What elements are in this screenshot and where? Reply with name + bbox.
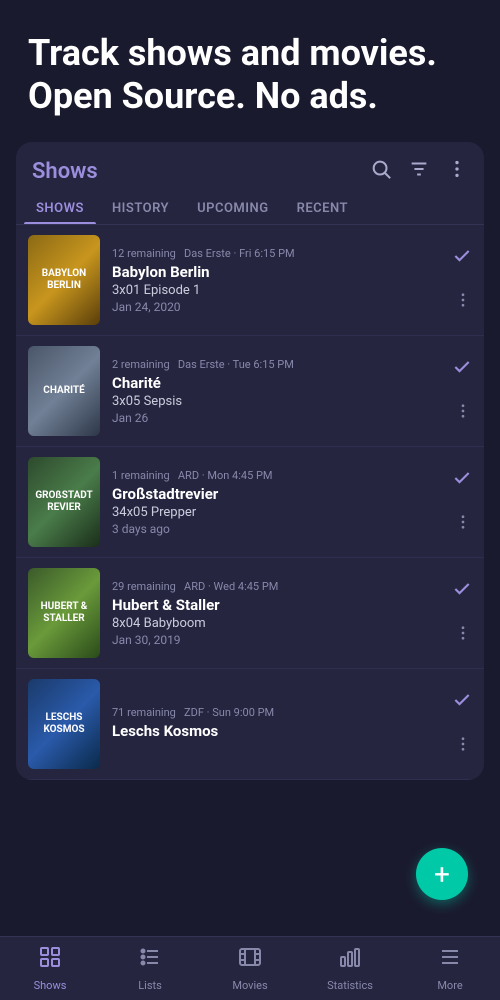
show-meta: 12 remaining Das Erste · Fri 6:15 PM	[112, 247, 440, 260]
show-poster: GROßSTADT REVIER	[28, 457, 100, 547]
check-icon[interactable]	[452, 579, 472, 604]
nav-label-shows: Shows	[34, 979, 67, 992]
show-actions	[452, 357, 472, 425]
show-name: Hubert & Staller	[112, 596, 440, 614]
show-meta: 71 remaining ZDF · Sun 9:00 PM	[112, 706, 440, 719]
show-item[interactable]: CHARITÉ 2 remaining Das Erste · Tue 6:15…	[16, 336, 484, 447]
overflow-menu-icon[interactable]	[446, 158, 468, 185]
nav-label-movies: Movies	[232, 979, 267, 992]
poster-image: GROßSTADT REVIER	[28, 457, 100, 547]
tab-history[interactable]: HISTORY	[100, 193, 181, 224]
show-info: 12 remaining Das Erste · Fri 6:15 PM Bab…	[112, 247, 440, 314]
statistics-nav-icon	[338, 945, 362, 975]
show-actions	[452, 690, 472, 758]
check-icon[interactable]	[452, 246, 472, 271]
show-info: 71 remaining ZDF · Sun 9:00 PM Leschs Ko…	[112, 706, 440, 742]
poster-image: HUBERT & STALLER	[28, 568, 100, 658]
hero-title: Track shows and movies. Open Source. No …	[28, 32, 472, 118]
tab-upcoming[interactable]: UPCOMING	[185, 193, 281, 224]
show-name: Leschs Kosmos	[112, 722, 440, 740]
hero-section: Track shows and movies. Open Source. No …	[0, 0, 500, 142]
poster-image: BABYLON BERLIN	[28, 235, 100, 325]
lists-nav-icon	[138, 945, 162, 975]
show-date: Jan 24, 2020	[112, 300, 440, 314]
show-poster: BABYLON BERLIN	[28, 235, 100, 325]
show-item[interactable]: GROßSTADT REVIER 1 remaining ARD · Mon 4…	[16, 447, 484, 558]
poster-image: LESCHS KOSMOS	[28, 679, 100, 769]
filter-icon[interactable]	[408, 158, 430, 185]
nav-item-shows[interactable]: Shows	[0, 945, 100, 992]
tab-shows[interactable]: SHOWS	[24, 193, 96, 224]
show-actions	[452, 246, 472, 314]
show-episode: 3x01 Episode 1	[112, 283, 440, 298]
show-date: Jan 30, 2019	[112, 633, 440, 647]
show-meta: 1 remaining ARD · Mon 4:45 PM	[112, 469, 440, 482]
show-meta: 2 remaining Das Erste · Tue 6:15 PM	[112, 358, 440, 371]
tabs-bar: SHOWS HISTORY UPCOMING RECENT	[16, 185, 484, 225]
check-icon[interactable]	[452, 690, 472, 715]
show-episode: 8x04 Babyboom	[112, 616, 440, 631]
add-fab-button[interactable]: +	[416, 848, 468, 900]
show-name: Babylon Berlin	[112, 263, 440, 281]
show-list: BABYLON BERLIN 12 remaining Das Erste · …	[16, 225, 484, 780]
show-actions	[452, 579, 472, 647]
movies-nav-icon	[238, 945, 262, 975]
show-item[interactable]: LESCHS KOSMOS 71 remaining ZDF · Sun 9:0…	[16, 669, 484, 780]
check-icon[interactable]	[452, 357, 472, 382]
show-episode: 3x05 Sepsis	[112, 394, 440, 409]
bottom-nav: Shows Lists Movies Statistics More	[0, 936, 500, 1000]
show-date: 3 days ago	[112, 522, 440, 536]
show-info: 29 remaining ARD · Wed 4:45 PM Hubert & …	[112, 580, 440, 647]
more-nav-icon	[438, 945, 462, 975]
search-icon[interactable]	[370, 158, 392, 185]
nav-item-lists[interactable]: Lists	[100, 945, 200, 992]
card-title: Shows	[32, 159, 98, 184]
show-episode: 34x05 Prepper	[112, 505, 440, 520]
nav-item-statistics[interactable]: Statistics	[300, 945, 400, 992]
show-name: Großstadtrevier	[112, 485, 440, 503]
show-more-icon[interactable]	[454, 624, 472, 647]
show-actions	[452, 468, 472, 536]
card-header: Shows	[16, 142, 484, 185]
tab-recent[interactable]: RECENT	[285, 193, 360, 224]
nav-label-statistics: Statistics	[327, 979, 373, 992]
nav-item-more[interactable]: More	[400, 945, 500, 992]
show-name: Charité	[112, 374, 440, 392]
nav-label-lists: Lists	[138, 979, 162, 992]
show-more-icon[interactable]	[454, 402, 472, 425]
check-icon[interactable]	[452, 468, 472, 493]
plus-icon: +	[434, 858, 450, 891]
show-poster: CHARITÉ	[28, 346, 100, 436]
poster-image: CHARITÉ	[28, 346, 100, 436]
show-meta: 29 remaining ARD · Wed 4:45 PM	[112, 580, 440, 593]
show-poster: HUBERT & STALLER	[28, 568, 100, 658]
show-info: 2 remaining Das Erste · Tue 6:15 PM Char…	[112, 358, 440, 425]
show-item[interactable]: BABYLON BERLIN 12 remaining Das Erste · …	[16, 225, 484, 336]
show-poster: LESCHS KOSMOS	[28, 679, 100, 769]
nav-item-movies[interactable]: Movies	[200, 945, 300, 992]
show-more-icon[interactable]	[454, 513, 472, 536]
show-more-icon[interactable]	[454, 735, 472, 758]
show-date: Jan 26	[112, 411, 440, 425]
show-item[interactable]: HUBERT & STALLER 29 remaining ARD · Wed …	[16, 558, 484, 669]
show-more-icon[interactable]	[454, 291, 472, 314]
nav-label-more: More	[437, 979, 462, 992]
show-info: 1 remaining ARD · Mon 4:45 PM Großstadtr…	[112, 469, 440, 536]
shows-card: Shows	[16, 142, 484, 780]
shows-nav-icon	[38, 945, 62, 975]
card-icons	[370, 158, 468, 185]
